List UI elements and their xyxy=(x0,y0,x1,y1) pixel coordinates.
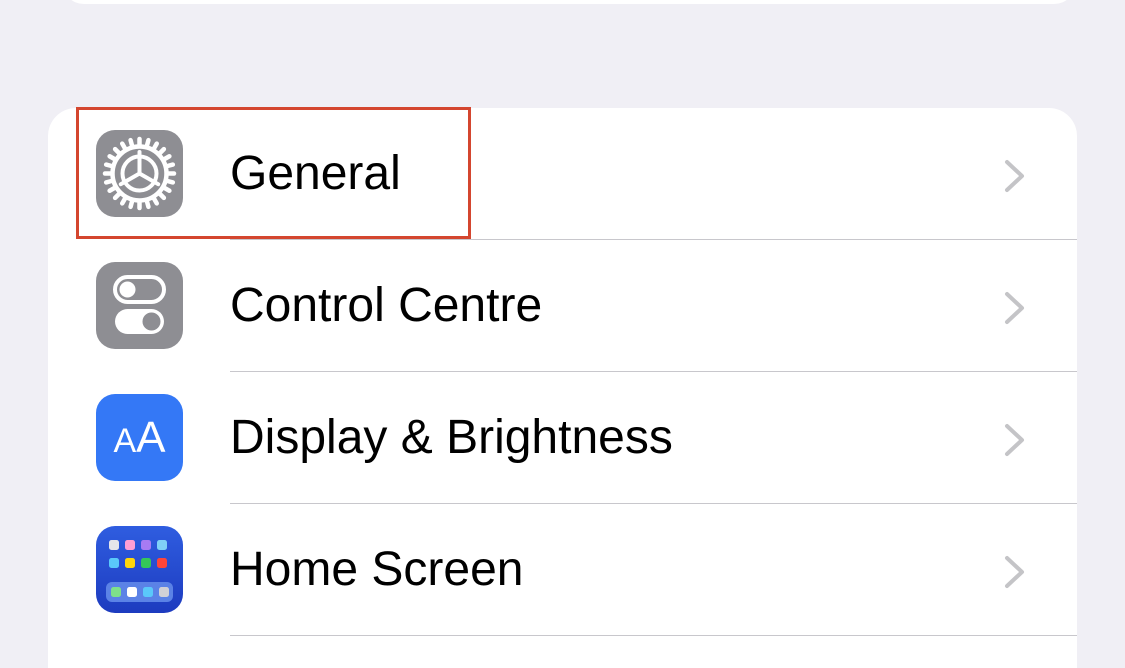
previous-settings-group xyxy=(62,0,1076,4)
chevron-right-icon xyxy=(1005,292,1024,324)
app-grid-icon xyxy=(96,526,183,613)
settings-row-label: Control Centre xyxy=(230,279,543,332)
chevron-right-icon xyxy=(1005,556,1024,588)
gear-icon xyxy=(96,130,183,217)
chevron-right-icon xyxy=(1005,424,1024,456)
chevron-right-icon xyxy=(1005,160,1024,192)
settings-row-label: Display & Brightness xyxy=(230,411,673,464)
settings-row-display-brightness[interactable]: AA Display & Brightness xyxy=(48,372,1077,504)
settings-group: General Control Centre AA Display & Brig… xyxy=(48,108,1077,668)
text-size-icon: AA xyxy=(96,394,183,481)
settings-row-general[interactable]: General xyxy=(48,108,1077,240)
row-separator xyxy=(230,634,1077,636)
settings-row-control-centre[interactable]: Control Centre xyxy=(48,240,1077,372)
toggle-switches-icon xyxy=(96,262,183,349)
settings-row-label: General xyxy=(230,147,401,200)
settings-row-label: Home Screen xyxy=(230,543,524,596)
settings-row-home-screen[interactable]: Home Screen xyxy=(48,504,1077,636)
